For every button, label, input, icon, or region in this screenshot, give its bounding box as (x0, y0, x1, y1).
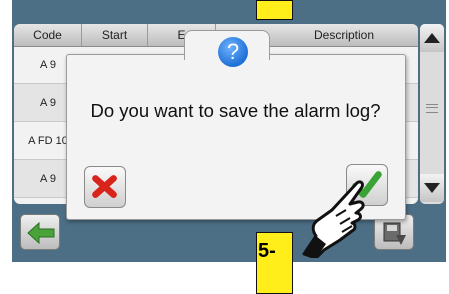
callout-bar-top (256, 0, 293, 20)
cancel-button[interactable] (84, 166, 126, 208)
column-header-start[interactable]: Start (82, 24, 148, 46)
table-scrollbar[interactable] (420, 24, 444, 204)
scroll-up-button[interactable] (420, 24, 444, 52)
arrow-up-icon (424, 33, 440, 43)
dialog-message: Do you want to save the alarm log? (90, 100, 381, 121)
arrow-down-icon (424, 183, 440, 193)
back-arrow-icon (27, 222, 55, 244)
callout-step-label: 5- (258, 240, 276, 262)
scroll-thumb[interactable] (426, 104, 438, 113)
column-header-code[interactable]: Code (14, 24, 82, 46)
scroll-down-button[interactable] (420, 174, 444, 202)
back-button[interactable] (20, 214, 60, 250)
pointing-hand-icon (302, 180, 365, 258)
cancel-x-icon (92, 175, 117, 198)
question-icon: ? (218, 37, 248, 67)
save-log-icon (383, 222, 406, 245)
